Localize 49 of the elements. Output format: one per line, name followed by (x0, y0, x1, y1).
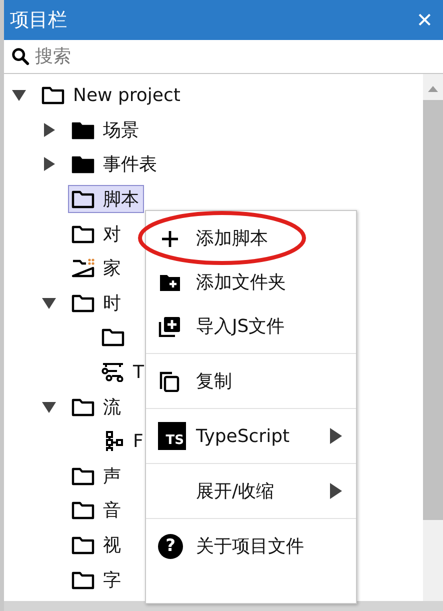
tree-item[interactable]: 事件表 (68, 150, 162, 178)
search-icon (11, 47, 30, 66)
tree-item[interactable]: T (98, 360, 149, 385)
menu-item[interactable]: 导入JS文件 (196, 314, 285, 338)
folder-icon (41, 85, 65, 106)
tree-item[interactable]: 音 (68, 496, 126, 524)
expand-arrow-icon[interactable] (42, 122, 56, 137)
help-icon: ? (158, 534, 183, 558)
menu-item[interactable]: 关于项目文件 (196, 534, 304, 558)
tree-item[interactable]: 声 (68, 462, 126, 490)
tree-item[interactable]: F (98, 428, 148, 454)
collapse-arrow-icon[interactable] (12, 88, 26, 102)
menu-item[interactable]: 复制 (196, 369, 232, 393)
folder-icon (71, 570, 95, 590)
folder-icon (71, 154, 95, 174)
tree-item[interactable]: 脚本 (68, 185, 144, 214)
expand-arrow-icon[interactable] (42, 157, 56, 172)
close-button[interactable]: ✕ (414, 8, 435, 32)
tree-item[interactable]: 流 (68, 392, 126, 421)
timeline-icon (101, 362, 125, 382)
folder-icon (71, 396, 95, 417)
menu-item[interactable]: 添加文件夹 (196, 270, 286, 294)
folder-icon (101, 327, 125, 348)
typescript-logo: TS (158, 422, 186, 450)
folder-icon (71, 500, 95, 520)
menu-item[interactable]: 添加脚本 (196, 226, 268, 250)
folder-icon (71, 535, 95, 556)
tree-item[interactable]: 场景 (68, 116, 144, 144)
folder-icon (71, 292, 95, 313)
scrollbar-thumb[interactable] (423, 100, 443, 520)
tree-item[interactable]: 字 (68, 566, 126, 594)
menu-item[interactable]: 展开/收缩 (196, 479, 274, 503)
copy-icon (158, 370, 182, 392)
folder-icon (71, 120, 95, 140)
add-stack-icon (158, 315, 182, 337)
tree-item[interactable]: 对 (68, 220, 126, 248)
tree-item[interactable]: 时 (68, 288, 126, 317)
scrollbar[interactable] (423, 74, 443, 601)
folder-icon (71, 466, 95, 486)
collapse-arrow-icon[interactable] (42, 296, 56, 310)
menu-item[interactable]: TypeScript (196, 426, 290, 446)
panel-title: 项目栏 (10, 8, 67, 33)
folder-icon (71, 189, 95, 210)
folder-dots-icon (71, 258, 95, 278)
tree-item[interactable]: 视 (68, 531, 126, 560)
collapse-arrow-icon[interactable] (42, 400, 56, 414)
tree-item[interactable]: New project (38, 82, 186, 108)
tree-item[interactable]: 家 (68, 254, 126, 282)
folder-icon (71, 224, 95, 244)
